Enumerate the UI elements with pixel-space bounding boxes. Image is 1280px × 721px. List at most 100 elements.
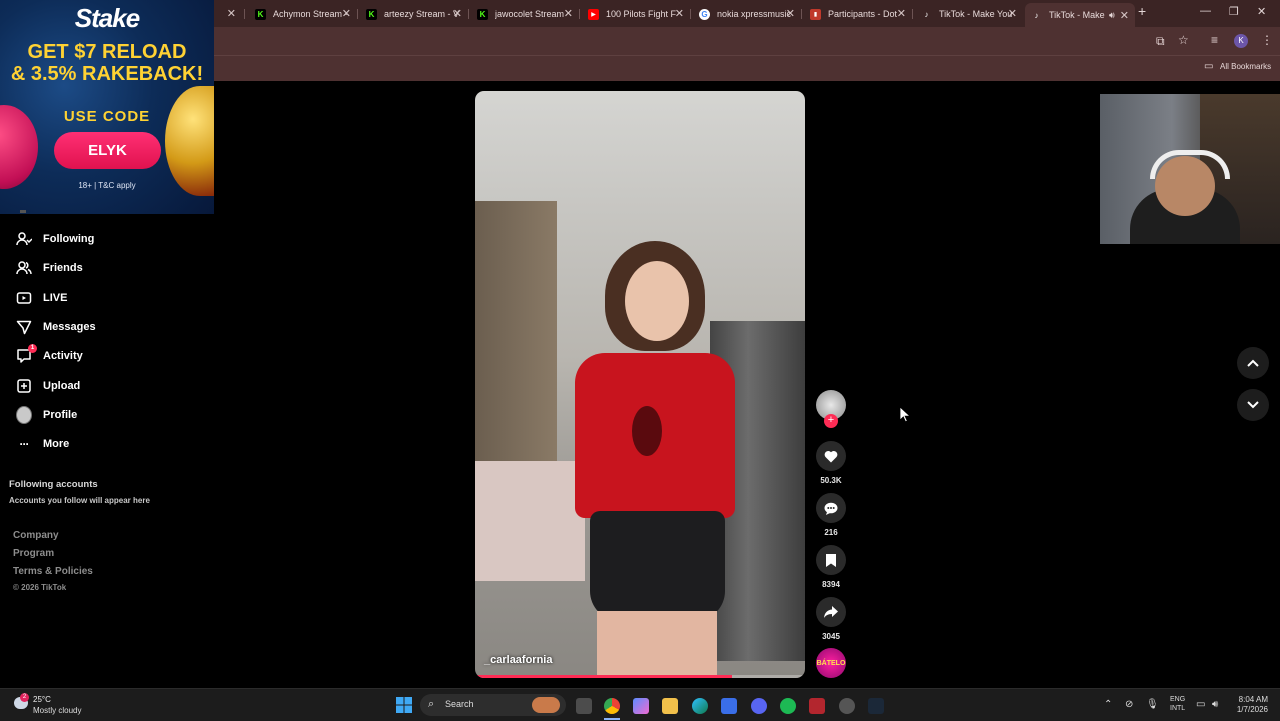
following-icon	[16, 231, 32, 247]
save-action[interactable]: 8394	[816, 545, 846, 589]
edge-icon[interactable]	[692, 698, 708, 714]
sidebar-item-live[interactable]: LIVE	[16, 287, 67, 309]
close-icon[interactable]: ✕	[1008, 7, 1017, 20]
close-icon[interactable]: ✕	[1120, 9, 1129, 22]
kick-icon: K	[366, 8, 377, 20]
tab-jawocolet[interactable]: K jawocolet Stream ✕	[477, 4, 573, 24]
bookmark-star-icon[interactable]: ☆	[1178, 33, 1189, 47]
follow-plus-icon[interactable]: +	[824, 414, 838, 428]
video-spider-logo	[632, 406, 662, 456]
footer-link-terms[interactable]: Terms & Policies	[13, 566, 93, 577]
mouse-cursor	[899, 406, 912, 427]
close-icon[interactable]: ✕	[675, 7, 684, 20]
heart-icon[interactable]	[816, 441, 846, 471]
all-bookmarks-link[interactable]: All Bookmarks	[1220, 62, 1271, 71]
menu-kebab-icon[interactable]: ⋮	[1261, 33, 1273, 47]
new-tab-button[interactable]: +	[1138, 3, 1146, 19]
video-username[interactable]: _carlaafornia	[484, 654, 552, 666]
display-icon[interactable]: ▭	[1196, 699, 1205, 710]
minimize-icon[interactable]: —	[1200, 5, 1211, 17]
sidebar-item-friends[interactable]: Friends	[16, 257, 83, 279]
weather-widget[interactable]: 2 25°C Mostly cloudy	[12, 693, 102, 717]
tab-tiktok-1[interactable]: ♪ TikTok - Make You ✕	[921, 4, 1018, 24]
tab-arteezy[interactable]: K arteezy Stream - V ✕	[366, 4, 462, 24]
sidebar-item-activity[interactable]: 1 Activity	[16, 344, 83, 367]
close-icon[interactable]: ✕	[342, 7, 351, 20]
share-icon[interactable]	[816, 597, 846, 627]
tab-dotabuff[interactable]: ▮ Participants - Dot ✕	[810, 4, 906, 24]
task-view-icon[interactable]	[576, 698, 592, 714]
tab-youtube[interactable]: ▶ 100 Pilots Fight F ✕	[588, 4, 684, 24]
bookmark-icon[interactable]	[816, 545, 846, 575]
tab-tiktok-active[interactable]: ♪ TikTok - Make 🔊︎ ✕	[1025, 3, 1135, 27]
creator-avatar[interactable]: +	[816, 390, 846, 428]
profile-avatar[interactable]: K	[1234, 34, 1248, 48]
kick-icon: K	[255, 8, 266, 20]
close-icon[interactable]: ✕	[453, 7, 462, 20]
dotabuff-icon: ▮	[810, 8, 821, 20]
sidebar-item-upload[interactable]: Upload	[16, 375, 80, 397]
app-red-icon[interactable]	[809, 698, 825, 714]
media-controls-icon[interactable]: ≡	[1211, 33, 1218, 47]
language-indicator[interactable]: ENG INTL	[1170, 695, 1185, 713]
app-gear-icon[interactable]	[839, 698, 855, 714]
sidebar-item-messages[interactable]: Messages	[16, 316, 96, 338]
following-accounts-title: Following accounts	[9, 479, 98, 490]
live-icon	[16, 290, 32, 306]
file-explorer-icon[interactable]	[662, 698, 678, 714]
tab-google[interactable]: G nokia xpressmusic ✕	[699, 4, 795, 24]
footer-link-program[interactable]: Program	[13, 548, 54, 559]
network-off-icon[interactable]: ⊘	[1125, 699, 1133, 710]
chrome-icon[interactable]	[604, 698, 620, 714]
chevron-up-icon	[1247, 354, 1259, 372]
volume-icon[interactable]: 🔊︎	[1212, 699, 1218, 710]
tiktok-icon: ♪	[924, 9, 929, 19]
previous-video-button[interactable]	[1237, 347, 1269, 379]
google-icon: G	[699, 8, 710, 20]
windows-logo-icon	[396, 697, 412, 717]
clock[interactable]: 8:04 AM 1/7/2026	[1232, 695, 1268, 715]
ad-code-button[interactable]: ELYK	[54, 132, 161, 169]
like-action[interactable]: 50.3K	[816, 441, 846, 485]
kick-icon: K	[477, 8, 488, 20]
sound-label: BÁTELO	[816, 659, 846, 667]
spotify-icon[interactable]	[780, 698, 796, 714]
close-icon[interactable]: ✕	[227, 7, 236, 20]
sidebar-item-profile[interactable]: Profile	[16, 404, 77, 426]
weather-badge: 2	[20, 693, 29, 702]
comment-icon[interactable]	[816, 493, 846, 523]
install-app-icon[interactable]: ⧉	[1156, 34, 1165, 49]
comment-action[interactable]: 216	[816, 493, 846, 537]
copilot-icon[interactable]	[633, 698, 649, 714]
tray-chevron-up-icon[interactable]: ⌃	[1104, 699, 1112, 710]
speaker-icon[interactable]: 🔊︎	[1109, 10, 1115, 21]
discord-icon[interactable]	[751, 698, 767, 714]
video-player[interactable]: _carlaafornia	[475, 91, 805, 678]
microphone-icon[interactable]: 🎙︎	[1146, 699, 1159, 710]
taskbar-search[interactable]: ⌕ Search	[420, 694, 566, 716]
stake-logo: Stake	[74, 3, 140, 33]
steam-icon[interactable]	[868, 698, 884, 714]
activity-icon: 1	[16, 344, 37, 364]
next-video-button[interactable]	[1237, 389, 1269, 421]
stake-ad[interactable]: Stake GET $7 RELOAD & 3.5% RAKEBACK! USE…	[0, 0, 214, 214]
restore-icon[interactable]: ❐	[1229, 5, 1239, 18]
share-action[interactable]: 3045	[816, 597, 846, 641]
start-button[interactable]	[396, 697, 412, 718]
video-progress-bar[interactable]	[475, 675, 805, 678]
upload-icon	[16, 378, 32, 394]
ad-terms: 18+ | T&C apply	[78, 181, 136, 190]
sidebar-item-following[interactable]: Following	[16, 228, 94, 250]
window-close-icon[interactable]: ✕	[1257, 5, 1266, 18]
close-icon[interactable]: ✕	[564, 7, 573, 20]
tab-partial[interactable]: ✕	[218, 4, 238, 24]
video-bg-bed	[475, 461, 585, 581]
sidebar-item-more[interactable]: ··· More	[16, 433, 70, 455]
store-icon[interactable]	[721, 698, 737, 714]
close-icon[interactable]: ✕	[897, 7, 906, 20]
footer-link-company[interactable]: Company	[13, 530, 59, 541]
sound-disc[interactable]: BÁTELO	[816, 648, 846, 678]
tab-achymon[interactable]: K Achymon Stream - ✕	[255, 4, 351, 24]
more-icon: ···	[19, 437, 30, 451]
close-icon[interactable]: ✕	[786, 7, 795, 20]
